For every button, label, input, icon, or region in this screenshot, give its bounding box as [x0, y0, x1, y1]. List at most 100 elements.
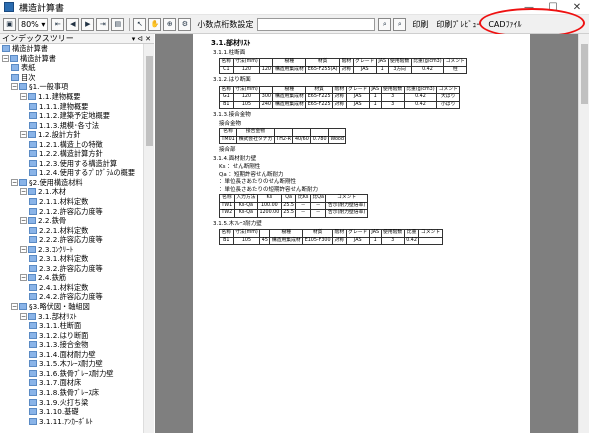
table-cell	[259, 58, 274, 67]
tree-item[interactable]: 3.1.9.火打ち梁	[0, 397, 142, 407]
tree-scrollbar[interactable]	[143, 44, 154, 433]
print-button[interactable]: 印刷	[412, 19, 428, 30]
tree-scroll-thumb[interactable]	[146, 56, 153, 146]
tree-item[interactable]: 1.1.2.建築予定地概要	[0, 111, 142, 121]
table-cell: JAS	[352, 65, 377, 74]
cursor-icon[interactable]: ↖	[133, 17, 147, 31]
table-cell	[327, 128, 347, 137]
expand-toggle-icon[interactable]: −	[11, 83, 18, 91]
minimize-button[interactable]: —	[517, 0, 541, 15]
table-cell: 告示(耐力壁倍率)	[325, 209, 368, 218]
tree-item[interactable]: 1.2.3.使用する構造計算	[0, 159, 142, 169]
tree-item[interactable]: 3.1.5.木ﾌﾚｰｽ耐力壁	[0, 359, 142, 369]
page-prev-icon[interactable]: ◀	[66, 17, 80, 31]
tree-item[interactable]: 2.3.2.許容応力度等	[0, 264, 142, 274]
tree-item[interactable]: 3.1.11.ｱﾝｶｰﾎﾞﾙﾄ	[0, 416, 142, 426]
maximize-button[interactable]: ☐	[541, 0, 565, 15]
page-first-icon[interactable]: ⇤	[51, 17, 65, 31]
tree-item[interactable]: − 2.1.木材	[0, 187, 142, 197]
find-prev-icon[interactable]: ⌕	[378, 17, 392, 31]
tree-item-label: 2.2.1.材料定数	[39, 225, 89, 235]
tree-item[interactable]: 2.4.1.材料定数	[0, 283, 142, 293]
table-cell: グレード	[352, 58, 377, 67]
expand-toggle-icon[interactable]: −	[20, 274, 27, 282]
tree-item[interactable]: 2.1.2.許容応力度等	[0, 206, 142, 216]
node-icon	[11, 73, 19, 81]
expand-toggle-icon[interactable]: −	[20, 312, 27, 320]
viewer-scroll-thumb[interactable]	[581, 44, 588, 104]
tree-item[interactable]: − 2.3.ｺﾝｸﾘｰﾄ	[0, 244, 142, 254]
tree-item[interactable]: 3.1.4.面材耐力壁	[0, 350, 142, 360]
page-next-icon[interactable]: ▶	[81, 17, 95, 31]
decimal-setting-button[interactable]: 小数点桁数設定	[197, 19, 253, 30]
tree-item[interactable]: 3.1.2.はり断面	[0, 330, 142, 340]
tree-item[interactable]: 3.1.6.鉄骨ﾌﾞﾚｰｽ耐力壁	[0, 369, 142, 379]
tree-item[interactable]: 1.2.4.使用するﾌﾟﾛｸﾞﾗﾑの概要	[0, 168, 142, 178]
close-button[interactable]: ✕	[565, 0, 589, 15]
expand-toggle-icon[interactable]: −	[20, 245, 27, 253]
table-cell: 1	[368, 236, 382, 245]
expand-toggle-icon[interactable]: −	[11, 303, 18, 311]
tree-item[interactable]: − 構造計算書	[0, 54, 142, 64]
tree-item-label: §3.略伏図・軸組図	[29, 302, 90, 312]
tree-item[interactable]: − 2.4.鉄筋	[0, 273, 142, 283]
expand-toggle-icon[interactable]: −	[20, 93, 27, 100]
tree-item[interactable]: − §1.一般事項	[0, 82, 142, 92]
doc-text: ：単位長さあたりの短期許容せん断耐力	[219, 186, 319, 193]
table-cell: Ks-Qa	[233, 201, 258, 210]
zoom-icon[interactable]: ⊕	[163, 17, 177, 31]
tree-item[interactable]: 3.1.1.柱断面	[0, 321, 142, 331]
hand-icon[interactable]: ✋	[148, 17, 162, 31]
expand-toggle-icon[interactable]: −	[20, 131, 27, 139]
cad-file-button[interactable]: CADﾌｧｲﾙ	[488, 19, 521, 30]
find-next-icon[interactable]: ⌕	[393, 17, 407, 31]
tree-header-controls[interactable]: ▾ ᐊ ✕	[132, 35, 151, 43]
tree-item[interactable]: 3.1.7.面材床	[0, 378, 142, 388]
multi-page-icon[interactable]: ▤	[111, 17, 125, 31]
tree-item[interactable]: − 2.2.鉄骨	[0, 216, 142, 226]
tree-item[interactable]: 構造計算書	[0, 44, 142, 54]
table-cell: JAS	[368, 229, 382, 238]
viewer-scrollbar[interactable]	[578, 34, 589, 433]
tree-item-label: 3.1.3.接合金物	[39, 340, 89, 350]
table-cell: G1	[219, 93, 234, 102]
table-cell: 25.5	[280, 201, 297, 210]
tree-item[interactable]: − 3.1.部材ﾘｽﾄ	[0, 311, 142, 321]
expand-toggle-icon[interactable]: −	[11, 178, 18, 186]
tree-item[interactable]: 2.2.1.材料定数	[0, 225, 142, 235]
expand-toggle-icon[interactable]: −	[20, 188, 27, 196]
tree-item[interactable]: 表紙	[0, 63, 142, 73]
tree-item[interactable]: 3.1.10.基礎	[0, 407, 142, 417]
tree-item[interactable]: 2.2.2.許容応力度等	[0, 235, 142, 245]
expand-toggle-icon[interactable]: −	[20, 217, 27, 225]
expand-toggle-icon[interactable]: −	[2, 54, 9, 62]
node-icon	[29, 388, 37, 396]
index-tree[interactable]: 構造計算書 − 構造計算書 表紙 目次 − §1.一般事項 −1.1.建物概要 1.1.1.建物…	[0, 44, 142, 433]
tree-item[interactable]: 目次	[0, 73, 142, 83]
table-cell: 樹種	[272, 85, 307, 94]
tree-item[interactable]: 3.1.3.接合金物	[0, 340, 142, 350]
tree-item[interactable]: − §2.使用構造材料	[0, 178, 142, 188]
print-preview-button[interactable]: 印刷ﾌﾟﾚﾋﾞｭｰ	[436, 19, 480, 30]
page-last-icon[interactable]: ⇥	[96, 17, 110, 31]
tree-item[interactable]: 1.1.3.規模･各寸法	[0, 120, 142, 130]
zoom-select[interactable]: 80% ▾	[18, 17, 49, 31]
tree-item-label: 1.2.設計方針	[38, 130, 81, 140]
table-cell: 対称	[332, 100, 347, 109]
tree-item[interactable]: − §3.略伏図・軸組図	[0, 302, 142, 312]
tree-item[interactable]: 1.2.1.構造上の特徴	[0, 139, 142, 149]
tree-item[interactable]: − 1.1.建物概要	[0, 92, 142, 102]
search-input[interactable]	[257, 17, 376, 31]
table-row: 名称 接合金物	[218, 128, 347, 137]
tree-item[interactable]: − 1.2.設計方針	[0, 130, 142, 140]
save-icon[interactable]: ▣	[3, 17, 16, 31]
tree-item[interactable]: 1.2.2.構造計算方針	[0, 149, 142, 159]
settings-icon[interactable]: ⚙	[178, 17, 192, 31]
tree-item[interactable]: 2.3.1.材料定数	[0, 254, 142, 264]
tree-item[interactable]: 2.4.2.許容応力度等	[0, 292, 142, 302]
tree-item[interactable]: 2.1.1.材料定数	[0, 197, 142, 207]
tree-item-label: 1.1.建物概要	[38, 92, 81, 101]
tree-item[interactable]: 3.1.8.鉄骨ﾌﾞﾚｰｽ床	[0, 388, 142, 398]
table-cell: 寸法(mm)	[232, 58, 261, 67]
tree-item[interactable]: 1.1.1.建物概要	[0, 101, 142, 111]
